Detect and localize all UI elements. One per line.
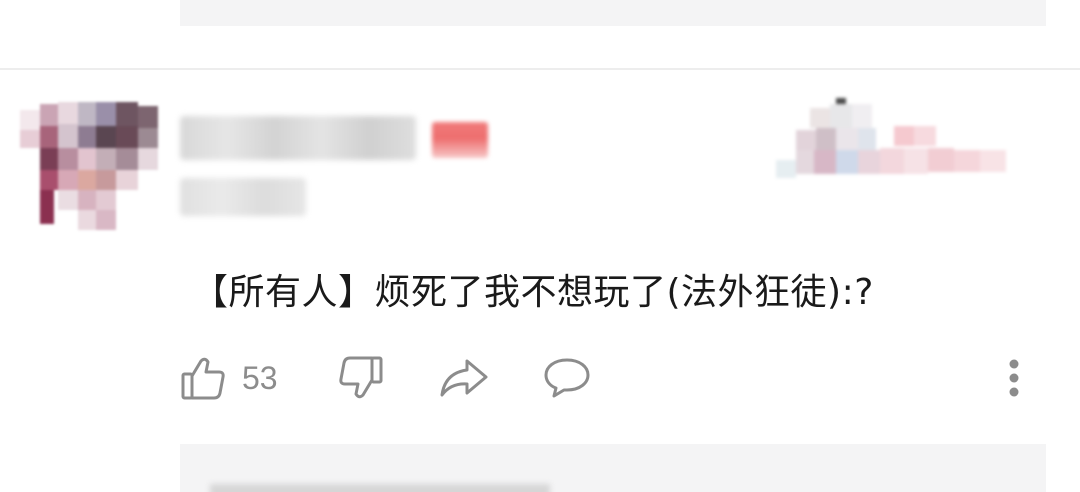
like-count: 53 [242,359,278,396]
share-arrow-icon [438,356,490,400]
avatar[interactable] [20,102,164,232]
reply-preview[interactable] [180,444,1046,492]
previous-reply-preview[interactable] [180,0,1046,26]
fan-badge-decoration [776,96,1012,188]
user-level-badge [432,122,488,158]
dislike-button[interactable] [336,348,386,408]
username[interactable] [180,116,416,160]
comment-timestamp [180,178,306,216]
more-options-button[interactable] [996,348,1032,408]
thumbs-down-icon [336,353,386,403]
reply-button[interactable] [542,348,592,408]
speech-bubble-icon [542,355,592,401]
thumbs-up-icon [178,353,228,403]
comment-divider [0,68,1080,70]
reply-preview-text [210,484,550,492]
comment-text: 【所有人】烦死了我不想玩了(法外狂徒):? [192,272,874,313]
more-vertical-icon [1008,358,1020,398]
like-button[interactable]: 53 [178,348,278,408]
share-button[interactable] [438,348,490,408]
